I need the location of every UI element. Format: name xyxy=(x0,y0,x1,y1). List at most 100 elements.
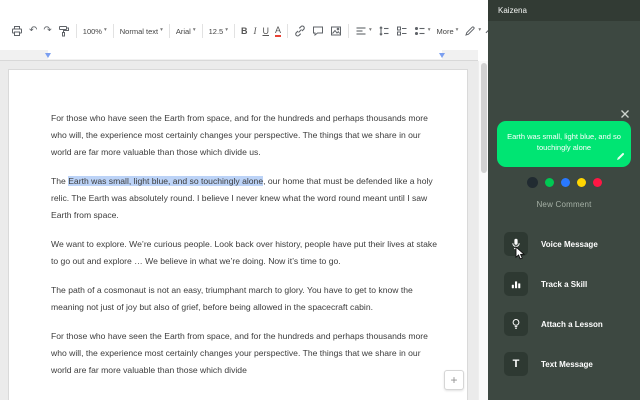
pencil-icon xyxy=(464,25,476,37)
more-button[interactable]: More ▾ xyxy=(434,21,462,41)
toolbar-divider xyxy=(113,24,114,38)
undo-icon: ↶ xyxy=(29,26,37,36)
panel-title: Kaizena xyxy=(498,6,527,15)
action-label: Text Message xyxy=(541,360,593,369)
text-color-icon: A xyxy=(275,26,281,37)
link-icon xyxy=(294,25,306,37)
comment-icon xyxy=(312,25,324,37)
paragraph[interactable]: The Earth was small, light blue, and so … xyxy=(51,173,439,224)
kaizena-panel: Kaizena Earth was small, light blue, and… xyxy=(488,0,640,400)
print-button[interactable] xyxy=(8,21,26,41)
chevron-down-icon: ▾ xyxy=(225,28,228,34)
add-comment-button[interactable] xyxy=(309,21,327,41)
paragraph-text: For those who have seen the Earth from s… xyxy=(51,113,428,157)
chevron-down-icon: ▾ xyxy=(193,28,196,34)
italic-icon: I xyxy=(254,26,257,36)
action-voice-message[interactable]: Voice Message xyxy=(488,224,640,264)
redo-icon: ↷ xyxy=(43,26,51,36)
underline-icon: U xyxy=(263,26,270,36)
bold-icon: B xyxy=(241,26,248,36)
microphone-icon xyxy=(504,232,528,256)
vertical-scrollbar[interactable] xyxy=(478,61,488,400)
bold-button[interactable]: B xyxy=(238,21,251,41)
chevron-down-icon: ▾ xyxy=(456,28,459,34)
zoom-value: 100% xyxy=(83,27,102,36)
font-select[interactable]: Arial ▾ xyxy=(173,21,199,41)
paragraph[interactable]: For those who have seen the Earth from s… xyxy=(51,328,439,379)
toolbar-divider xyxy=(348,24,349,38)
toolbar-divider xyxy=(287,24,288,38)
plus-icon: + xyxy=(450,373,457,387)
close-icon[interactable] xyxy=(620,106,630,116)
action-attach-a-lesson[interactable]: Attach a Lesson xyxy=(488,304,640,344)
line-spacing-button[interactable] xyxy=(375,21,393,41)
toolbar-divider xyxy=(202,24,203,38)
line-spacing-icon xyxy=(378,25,390,37)
chevron-down-icon: ▾ xyxy=(369,28,372,34)
bulleted-list-button[interactable]: ▾ xyxy=(411,21,434,41)
align-left-icon xyxy=(355,25,367,37)
toolbar-divider xyxy=(76,24,77,38)
color-dot-black[interactable] xyxy=(527,177,538,188)
edit-pencil-icon[interactable] xyxy=(616,152,625,164)
font-size-value: 12.5 xyxy=(209,27,224,36)
redo-button[interactable]: ↷ xyxy=(40,21,54,41)
color-dot-blue[interactable] xyxy=(561,178,570,187)
comment-actions: Voice Message Track a Skill Attach a Les… xyxy=(488,224,640,384)
paragraph[interactable]: We want to explore. We’re curious people… xyxy=(51,236,439,270)
text-color-button[interactable]: A xyxy=(272,21,284,41)
chevron-down-icon: ▾ xyxy=(104,28,107,34)
new-comment-title: New Comment xyxy=(488,200,640,209)
action-track-a-skill[interactable]: Track a Skill xyxy=(488,264,640,304)
document-canvas: For those who have seen the Earth from s… xyxy=(0,61,478,400)
color-dot-red[interactable] xyxy=(593,178,602,187)
action-label: Attach a Lesson xyxy=(541,320,603,329)
paragraph-style-select[interactable]: Normal text ▾ xyxy=(117,21,166,41)
style-value: Normal text xyxy=(120,27,158,36)
print-icon xyxy=(11,25,23,37)
image-icon xyxy=(330,25,342,37)
action-text-message[interactable]: T Text Message xyxy=(488,344,640,384)
checklist-button[interactable] xyxy=(393,21,411,41)
left-margin-marker[interactable] xyxy=(45,53,51,58)
color-dot-yellow[interactable] xyxy=(577,178,586,187)
toolbar-divider xyxy=(169,24,170,38)
toolbar-divider xyxy=(234,24,235,38)
comment-bubble-text: Earth was small, light blue, and so touc… xyxy=(507,132,621,152)
paint-format-icon xyxy=(58,25,70,37)
font-value: Arial xyxy=(176,27,191,36)
action-label: Voice Message xyxy=(541,240,598,249)
document-page[interactable]: For those who have seen the Earth from s… xyxy=(8,69,468,400)
undo-button[interactable]: ↶ xyxy=(26,21,40,41)
app-window: ↶ ↷ 100% ▾ Normal text ▾ Arial ▾ 12.5 ▾ xyxy=(0,0,640,400)
paragraph-text: The xyxy=(51,176,68,186)
right-margin-marker[interactable] xyxy=(439,53,445,58)
paragraph[interactable]: The path of a cosmonaut is not an easy, … xyxy=(51,282,439,316)
italic-button[interactable]: I xyxy=(251,21,260,41)
panel-header: Kaizena xyxy=(488,0,640,21)
insert-image-button[interactable] xyxy=(327,21,345,41)
paint-format-button[interactable] xyxy=(55,21,73,41)
chevron-down-icon: ▾ xyxy=(160,28,163,34)
explore-button[interactable]: + xyxy=(444,370,464,390)
editing-mode-button[interactable]: ▾ xyxy=(461,21,484,41)
scrollbar-thumb[interactable] xyxy=(481,63,487,173)
paragraph-text: The path of a cosmonaut is not an easy, … xyxy=(51,285,413,312)
underline-button[interactable]: U xyxy=(260,21,273,41)
highlighted-commented-text[interactable]: Earth was small, light blue, and so touc… xyxy=(68,176,263,186)
chevron-down-icon: ▾ xyxy=(478,28,481,34)
font-size-select[interactable]: 12.5 ▾ xyxy=(206,21,231,41)
align-button[interactable]: ▾ xyxy=(352,21,375,41)
action-label: Track a Skill xyxy=(541,280,587,289)
bar-chart-icon xyxy=(504,272,528,296)
checklist-icon xyxy=(396,25,408,37)
ruler-active-region xyxy=(48,50,442,59)
comment-bubble[interactable]: Earth was small, light blue, and so touc… xyxy=(497,121,631,167)
ruler[interactable] xyxy=(0,50,478,61)
paragraph[interactable]: For those who have seen the Earth from s… xyxy=(51,110,439,161)
color-dot-green[interactable] xyxy=(545,178,554,187)
text-message-icon: T xyxy=(504,352,528,376)
zoom-select[interactable]: 100% ▾ xyxy=(80,21,110,41)
bulleted-list-icon xyxy=(414,25,426,37)
insert-link-button[interactable] xyxy=(291,21,309,41)
